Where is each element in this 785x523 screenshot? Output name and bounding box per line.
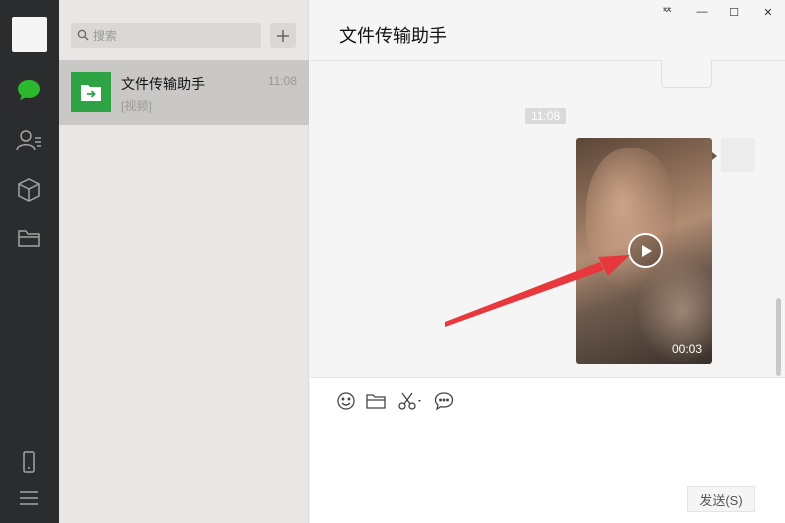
conversation-item[interactable]: 文件传输助手 11:08 [视频] (59, 60, 309, 125)
files-icon[interactable] (16, 225, 42, 251)
phone-icon[interactable] (16, 449, 42, 475)
chat-title: 文件传输助手 (339, 26, 447, 46)
folder-icon[interactable] (365, 390, 387, 412)
contacts-icon[interactable] (16, 127, 42, 153)
self-avatar[interactable] (721, 138, 755, 172)
conversation-name: 文件传输助手 (121, 76, 205, 92)
minimize-button[interactable]: — (691, 3, 713, 21)
avatar[interactable] (12, 17, 47, 52)
conversation-preview: [视频] (121, 99, 152, 113)
chat-icon[interactable] (16, 77, 42, 103)
bubble-tail (712, 152, 717, 160)
previous-message-bubble[interactable] (661, 60, 712, 88)
video-message[interactable]: 00:03 (576, 138, 712, 364)
header-divider (310, 60, 785, 61)
screenshot-icon[interactable] (397, 390, 425, 412)
chat-history-icon[interactable] (433, 390, 455, 412)
add-button[interactable] (270, 23, 296, 48)
maximize-button[interactable]: ☐ (723, 3, 745, 21)
search-box[interactable] (71, 23, 261, 48)
nav-rail (0, 0, 59, 523)
close-button[interactable]: ✕ (757, 3, 779, 21)
pin-button[interactable]: ᅑ (656, 3, 678, 21)
search-icon (77, 29, 89, 41)
play-button[interactable] (628, 233, 663, 268)
video-duration: 00:03 (671, 342, 702, 356)
chat-pane: 文件传输助手 ᅑ — ☐ ✕ 11:08 00:03 发送(S) (310, 0, 785, 523)
search-input[interactable] (93, 23, 257, 48)
scrollbar[interactable] (776, 298, 781, 376)
play-icon (641, 244, 652, 257)
conversation-time: 11:08 (267, 74, 297, 88)
message-input-area[interactable]: 发送(S) (310, 378, 785, 523)
menu-icon[interactable] (16, 485, 42, 511)
favorites-icon[interactable] (16, 177, 42, 203)
file-transfer-avatar-icon (71, 72, 111, 112)
emoji-icon[interactable] (335, 390, 357, 412)
time-divider: 11:08 (525, 108, 567, 124)
send-button[interactable]: 发送(S) (687, 486, 755, 512)
plus-icon (277, 29, 289, 42)
conversation-list-panel: 文件传输助手 11:08 [视频] (59, 0, 309, 523)
